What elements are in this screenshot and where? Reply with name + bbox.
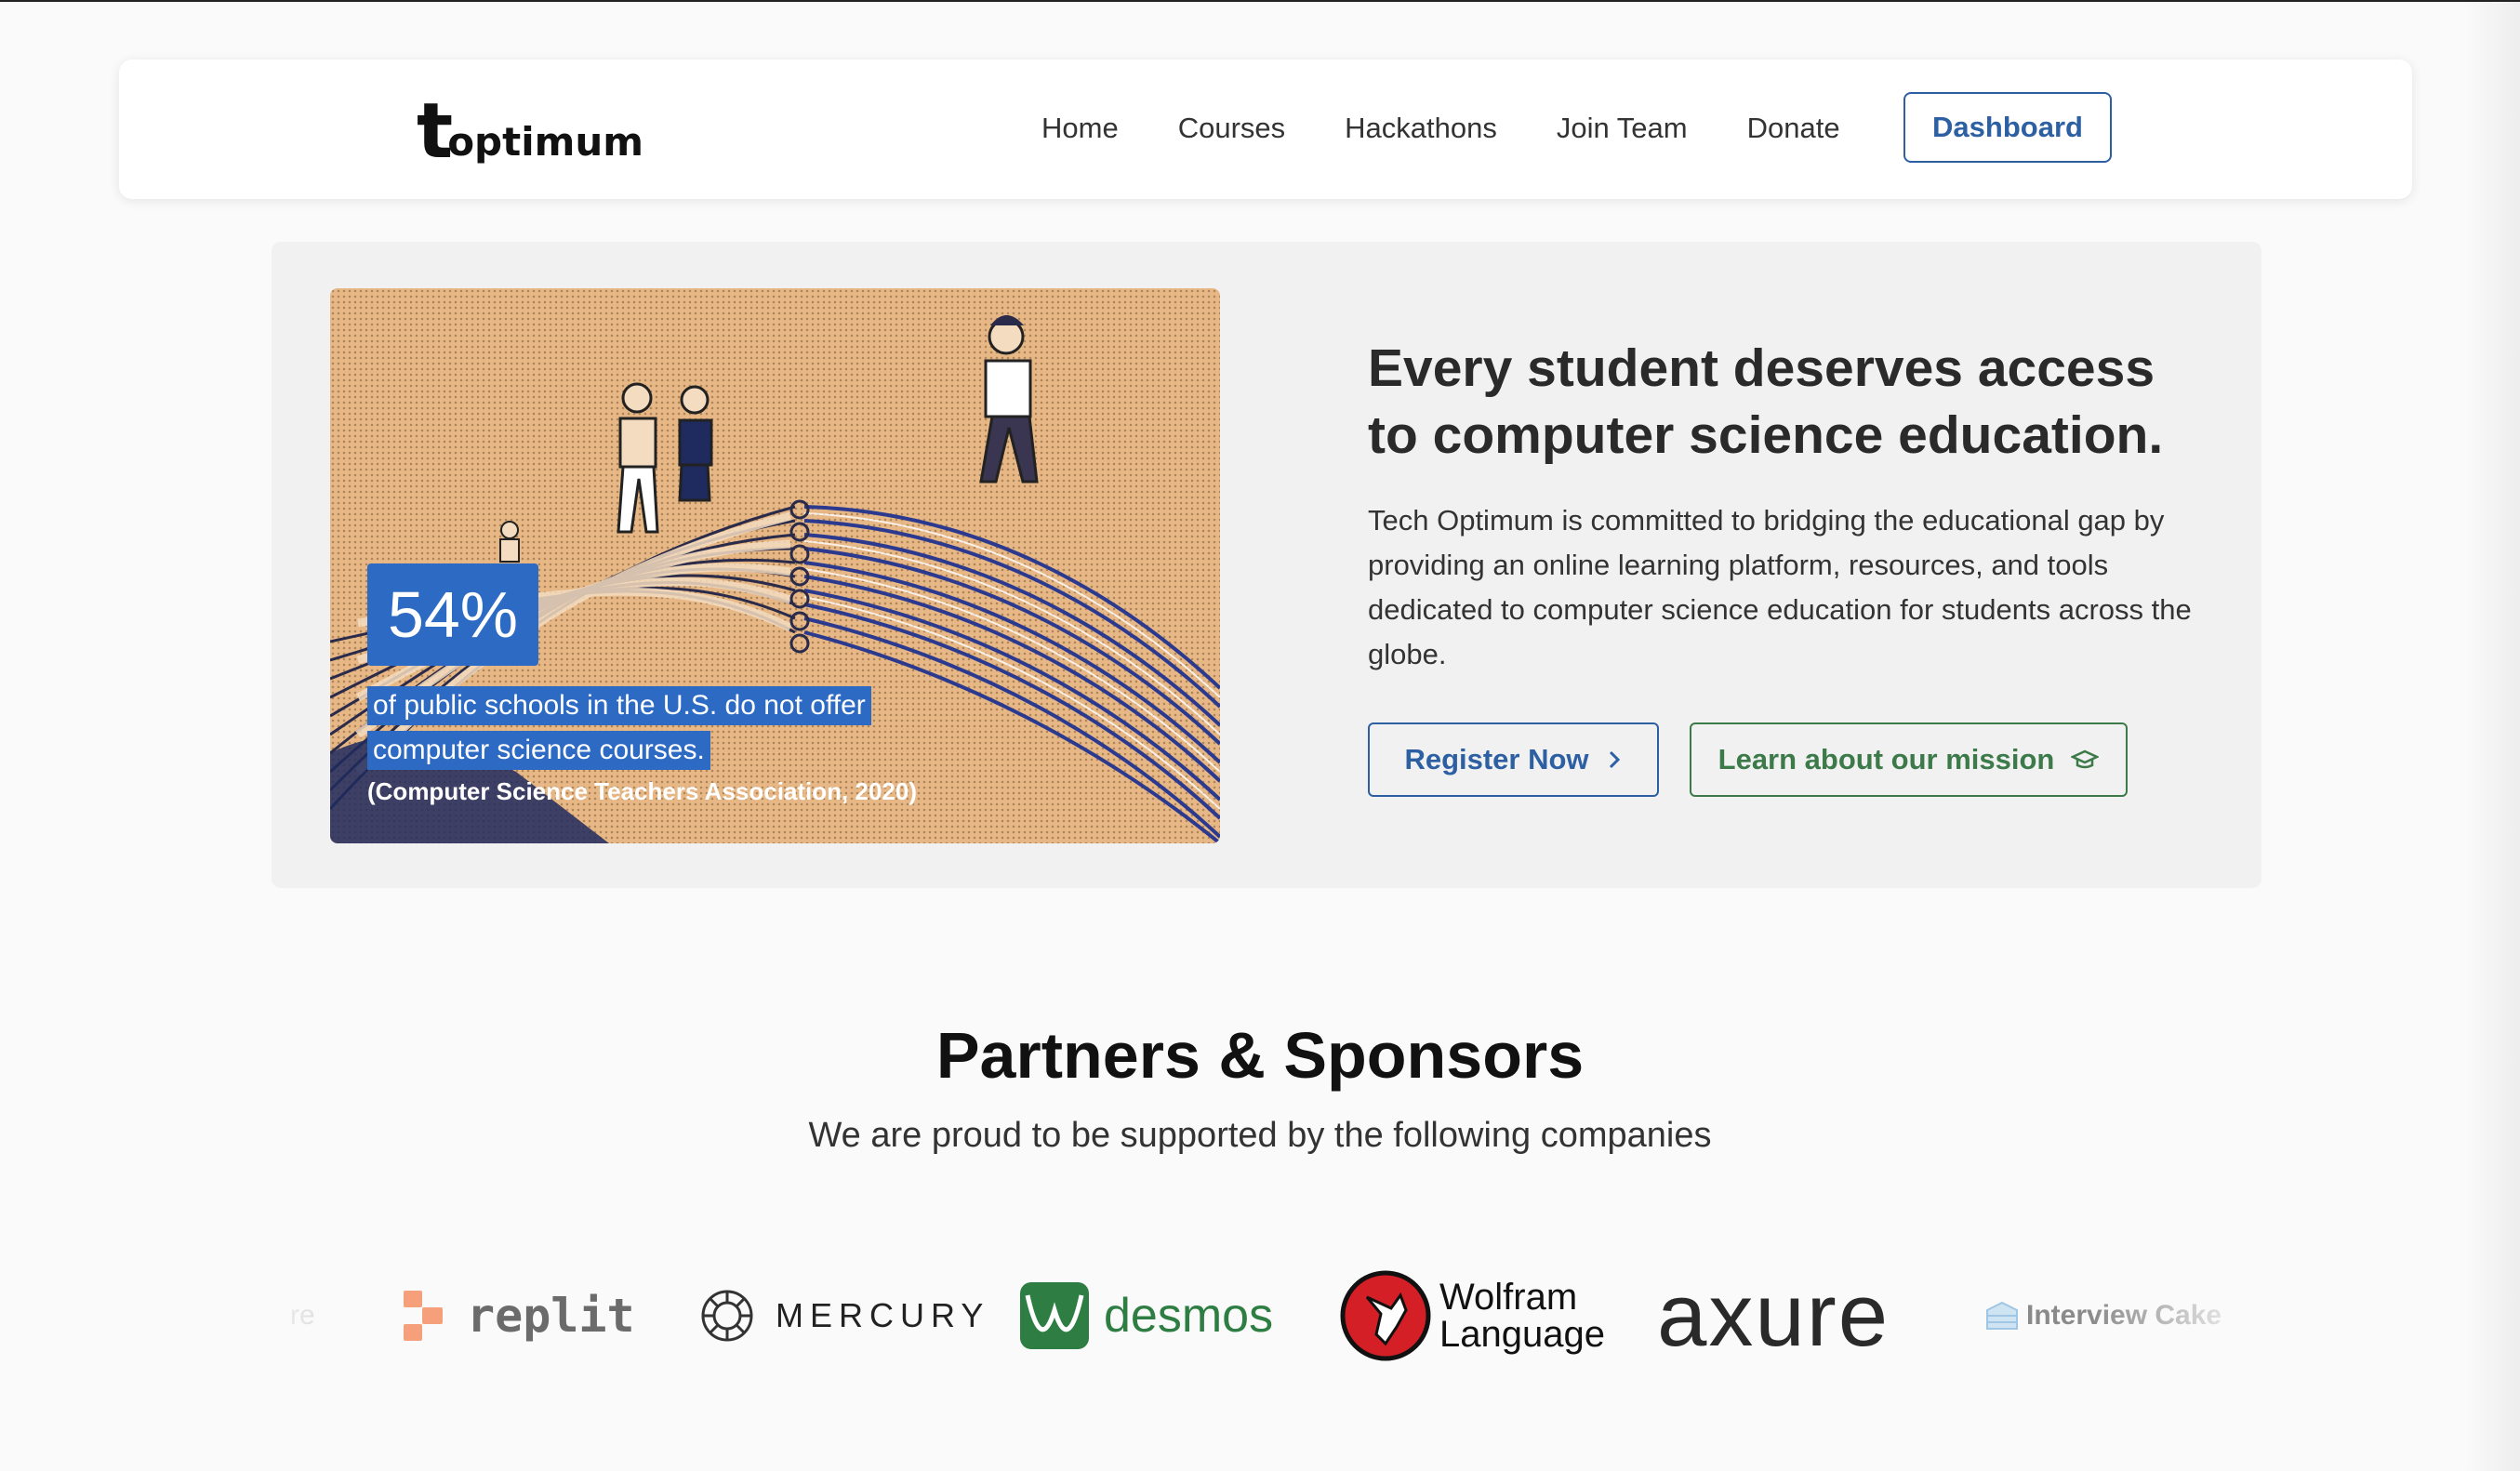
hero-title: Every student deserves access to compute…	[1368, 338, 2164, 465]
dashboard-button[interactable]: Dashboard	[1903, 92, 2112, 163]
navbar: t optimum Home Courses Hackathons Join T…	[119, 60, 2412, 199]
stat-source: (Computer Science Teachers Association, …	[367, 777, 917, 805]
axure-wordmark: axure	[1657, 1266, 1890, 1365]
mercury-wordmark: MERCURY	[776, 1296, 990, 1334]
nav-join-team[interactable]: Join Team	[1557, 108, 1688, 149]
nav-home[interactable]: Home	[1041, 108, 1119, 149]
partner-logo-mercury[interactable]: MERCURY	[699, 1260, 989, 1372]
nav-links: Home Courses Hackathons Join Team Donate	[1041, 108, 1900, 149]
hero-section: 54% of public schools in the U.S. do not…	[272, 242, 2261, 888]
desmos-icon	[1020, 1282, 1089, 1349]
mercury-icon	[701, 1290, 753, 1342]
register-now-button[interactable]: Register Now	[1368, 722, 1659, 797]
wolfram-word-1: Wolfram	[1439, 1277, 1578, 1318]
wolfram-icon	[1340, 1270, 1431, 1361]
chevron-right-icon	[1606, 749, 1623, 770]
desmos-wordmark: desmos	[1104, 1289, 1274, 1343]
nav-donate[interactable]: Donate	[1747, 108, 1840, 149]
wolfram-wordmark: Wolfram Language	[1439, 1279, 1605, 1353]
carousel-fade-left	[232, 1246, 381, 1385]
register-now-label: Register Now	[1404, 743, 1589, 775]
logo[interactable]: t optimum	[417, 94, 644, 170]
partner-logo-wolfram[interactable]: Wolfram Language	[1339, 1260, 1605, 1372]
nav-hackathons[interactable]: Hackathons	[1345, 108, 1497, 149]
nav-courses[interactable]: Courses	[1178, 108, 1285, 149]
learn-mission-button[interactable]: Learn about our mission	[1690, 722, 2128, 797]
graduation-cap-icon	[2071, 749, 2100, 771]
partner-logo-replit[interactable]: replit	[402, 1260, 635, 1372]
logo-wordmark: optimum	[447, 119, 644, 165]
partner-logo-desmos[interactable]: desmos	[1020, 1260, 1273, 1372]
carousel-fade-right	[2092, 1246, 2260, 1385]
cake-icon	[1986, 1301, 2018, 1330]
partners-subtitle: We are proud to be supported by the foll…	[808, 1116, 1712, 1155]
replit-wordmark: replit	[467, 1289, 635, 1343]
hero-description: Tech Optimum is committed to bridging th…	[1368, 504, 2192, 670]
window-top-border	[0, 0, 2520, 2]
learn-mission-label: Learn about our mission	[1718, 743, 2055, 775]
stat-description-line-2: computer science courses.	[367, 731, 710, 770]
stat-value: 54%	[367, 563, 538, 666]
partners-title: Partners & Sponsors	[935, 1019, 1585, 1092]
partner-logo-axure[interactable]: axure	[1657, 1260, 1890, 1372]
window-edge-shadow	[2464, 0, 2520, 1471]
replit-icon	[404, 1291, 443, 1341]
hero-illustration: 54% of public schools in the U.S. do not…	[330, 288, 1220, 843]
stat-description-line-1: of public schools in the U.S. do not off…	[367, 686, 871, 725]
wolfram-word-2: Language	[1439, 1314, 1605, 1355]
